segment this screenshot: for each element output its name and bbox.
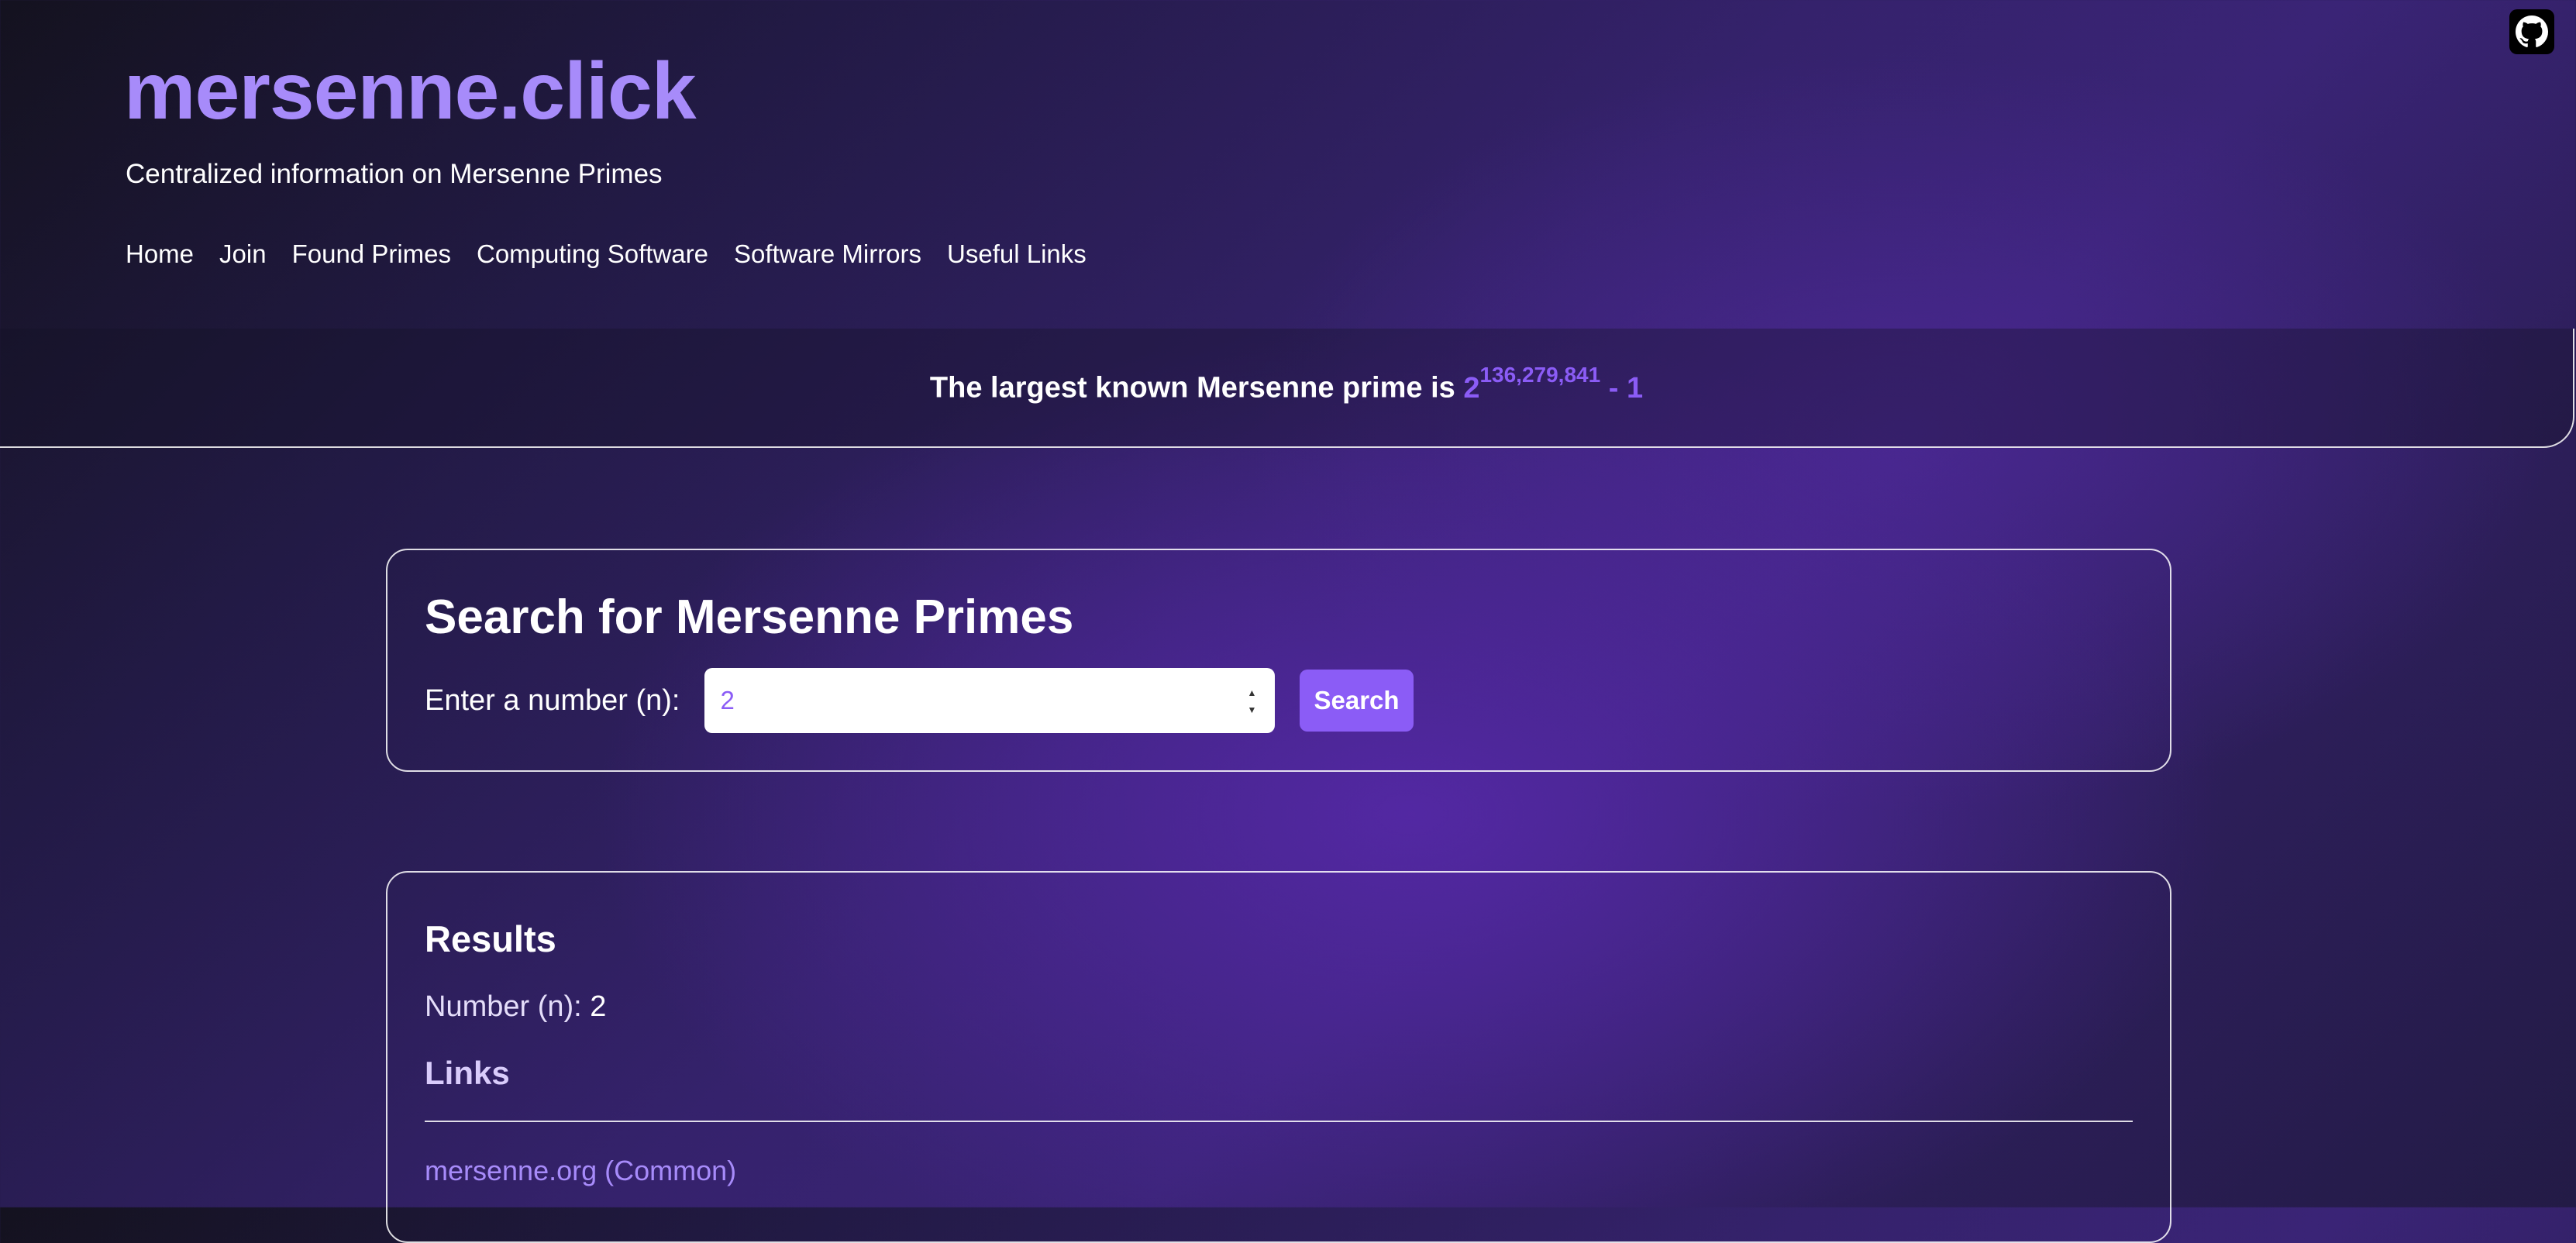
site-header: mersenne.click Centralized information o… xyxy=(0,0,2576,329)
search-title: Search for Mersenne Primes xyxy=(425,591,1074,644)
largest-prime-banner: The largest known Mersenne prime is 2136… xyxy=(0,329,2574,448)
mersenne-org-link[interactable]: mersenne.org (Common) xyxy=(425,1155,736,1187)
number-stepper[interactable]: ▲ ▼ xyxy=(1245,688,1258,714)
search-card: Search for Mersenne Primes Enter a numbe… xyxy=(386,549,2171,772)
prime-suffix: - 1 xyxy=(1600,371,1644,405)
results-number-label: Number (n): xyxy=(425,990,582,1023)
nav-software-mirrors-link[interactable]: Software Mirrors xyxy=(734,239,921,270)
site-title[interactable]: mersenne.click xyxy=(124,51,697,132)
links-heading: Links xyxy=(425,1055,510,1091)
largest-prime-value: 2136,279,841 - 1 xyxy=(1463,363,1644,405)
stepper-down-icon[interactable]: ▼ xyxy=(1248,705,1257,714)
banner-label: The largest known Mersenne prime is xyxy=(929,371,1455,405)
main-nav: Home Join Found Primes Computing Softwar… xyxy=(126,239,1087,270)
links-divider xyxy=(425,1121,2133,1122)
prime-base: 2 xyxy=(1463,371,1480,405)
banner-text: The largest known Mersenne prime is 2136… xyxy=(0,363,2573,405)
prime-exponent: 136,279,841 xyxy=(1479,363,1601,387)
github-icon xyxy=(2516,15,2548,47)
nav-useful-links-link[interactable]: Useful Links xyxy=(947,239,1087,270)
results-title: Results xyxy=(425,918,556,959)
nav-computing-software-link[interactable]: Computing Software xyxy=(477,239,708,270)
nav-join-link[interactable]: Join xyxy=(219,239,267,270)
number-input[interactable] xyxy=(704,668,1232,733)
nav-home-link[interactable]: Home xyxy=(126,239,194,270)
number-input-label: Enter a number (n): xyxy=(425,683,680,717)
number-input-wrapper: ▲ ▼ xyxy=(704,668,1276,733)
nav-found-primes-link[interactable]: Found Primes xyxy=(292,239,451,270)
github-link[interactable] xyxy=(2509,9,2554,54)
results-number: Number (n): 2 xyxy=(425,990,606,1024)
results-number-value: 2 xyxy=(590,990,607,1023)
site-tagline: Centralized information on Mersenne Prim… xyxy=(126,159,663,189)
stepper-up-icon[interactable]: ▲ xyxy=(1248,688,1257,697)
search-form: Enter a number (n): ▲ ▼ Search xyxy=(425,668,1414,733)
results-card: Results Number (n): 2 Links mersenne.org… xyxy=(386,871,2171,1243)
search-button[interactable]: Search xyxy=(1300,670,1414,732)
